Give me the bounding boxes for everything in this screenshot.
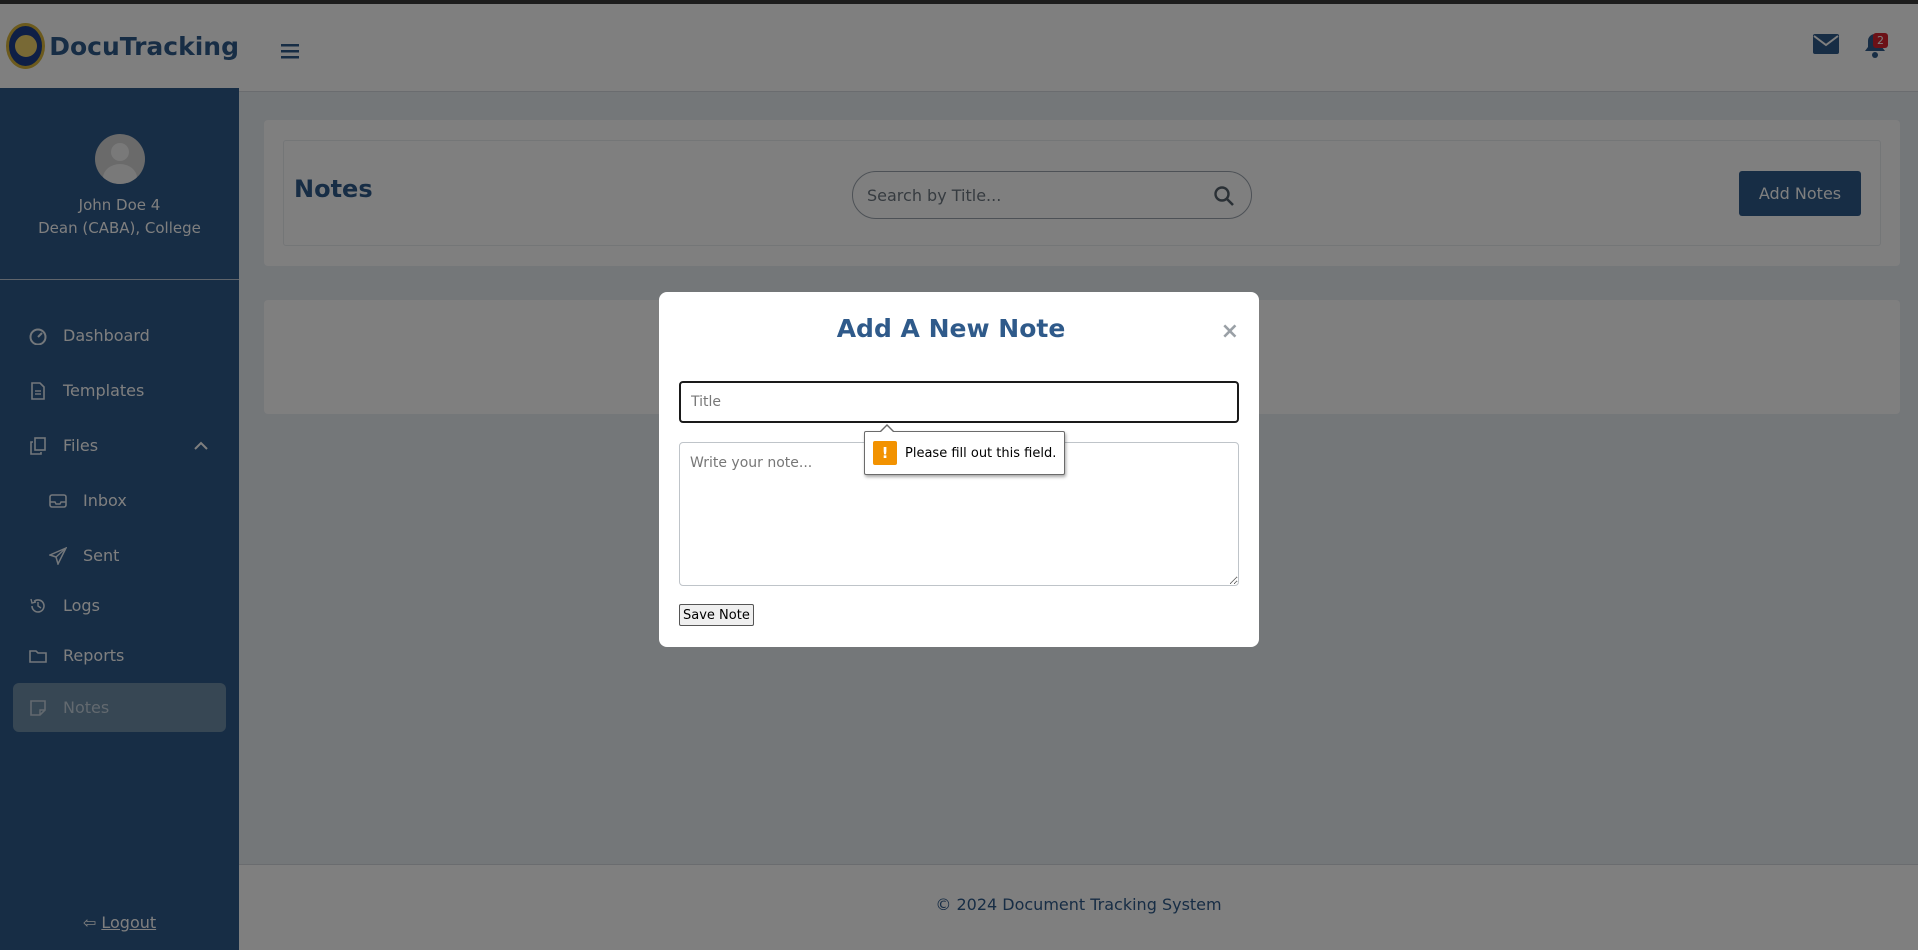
close-icon[interactable]: × bbox=[1221, 319, 1239, 344]
validation-tooltip: ! Please fill out this field. bbox=[864, 424, 1066, 475]
modal-title: Add A New Note bbox=[836, 314, 1066, 343]
save-note-button[interactable]: Save Note bbox=[679, 604, 754, 626]
validation-message: Please fill out this field. bbox=[905, 445, 1057, 461]
note-title-input[interactable] bbox=[679, 381, 1239, 423]
warning-icon: ! bbox=[873, 441, 897, 465]
